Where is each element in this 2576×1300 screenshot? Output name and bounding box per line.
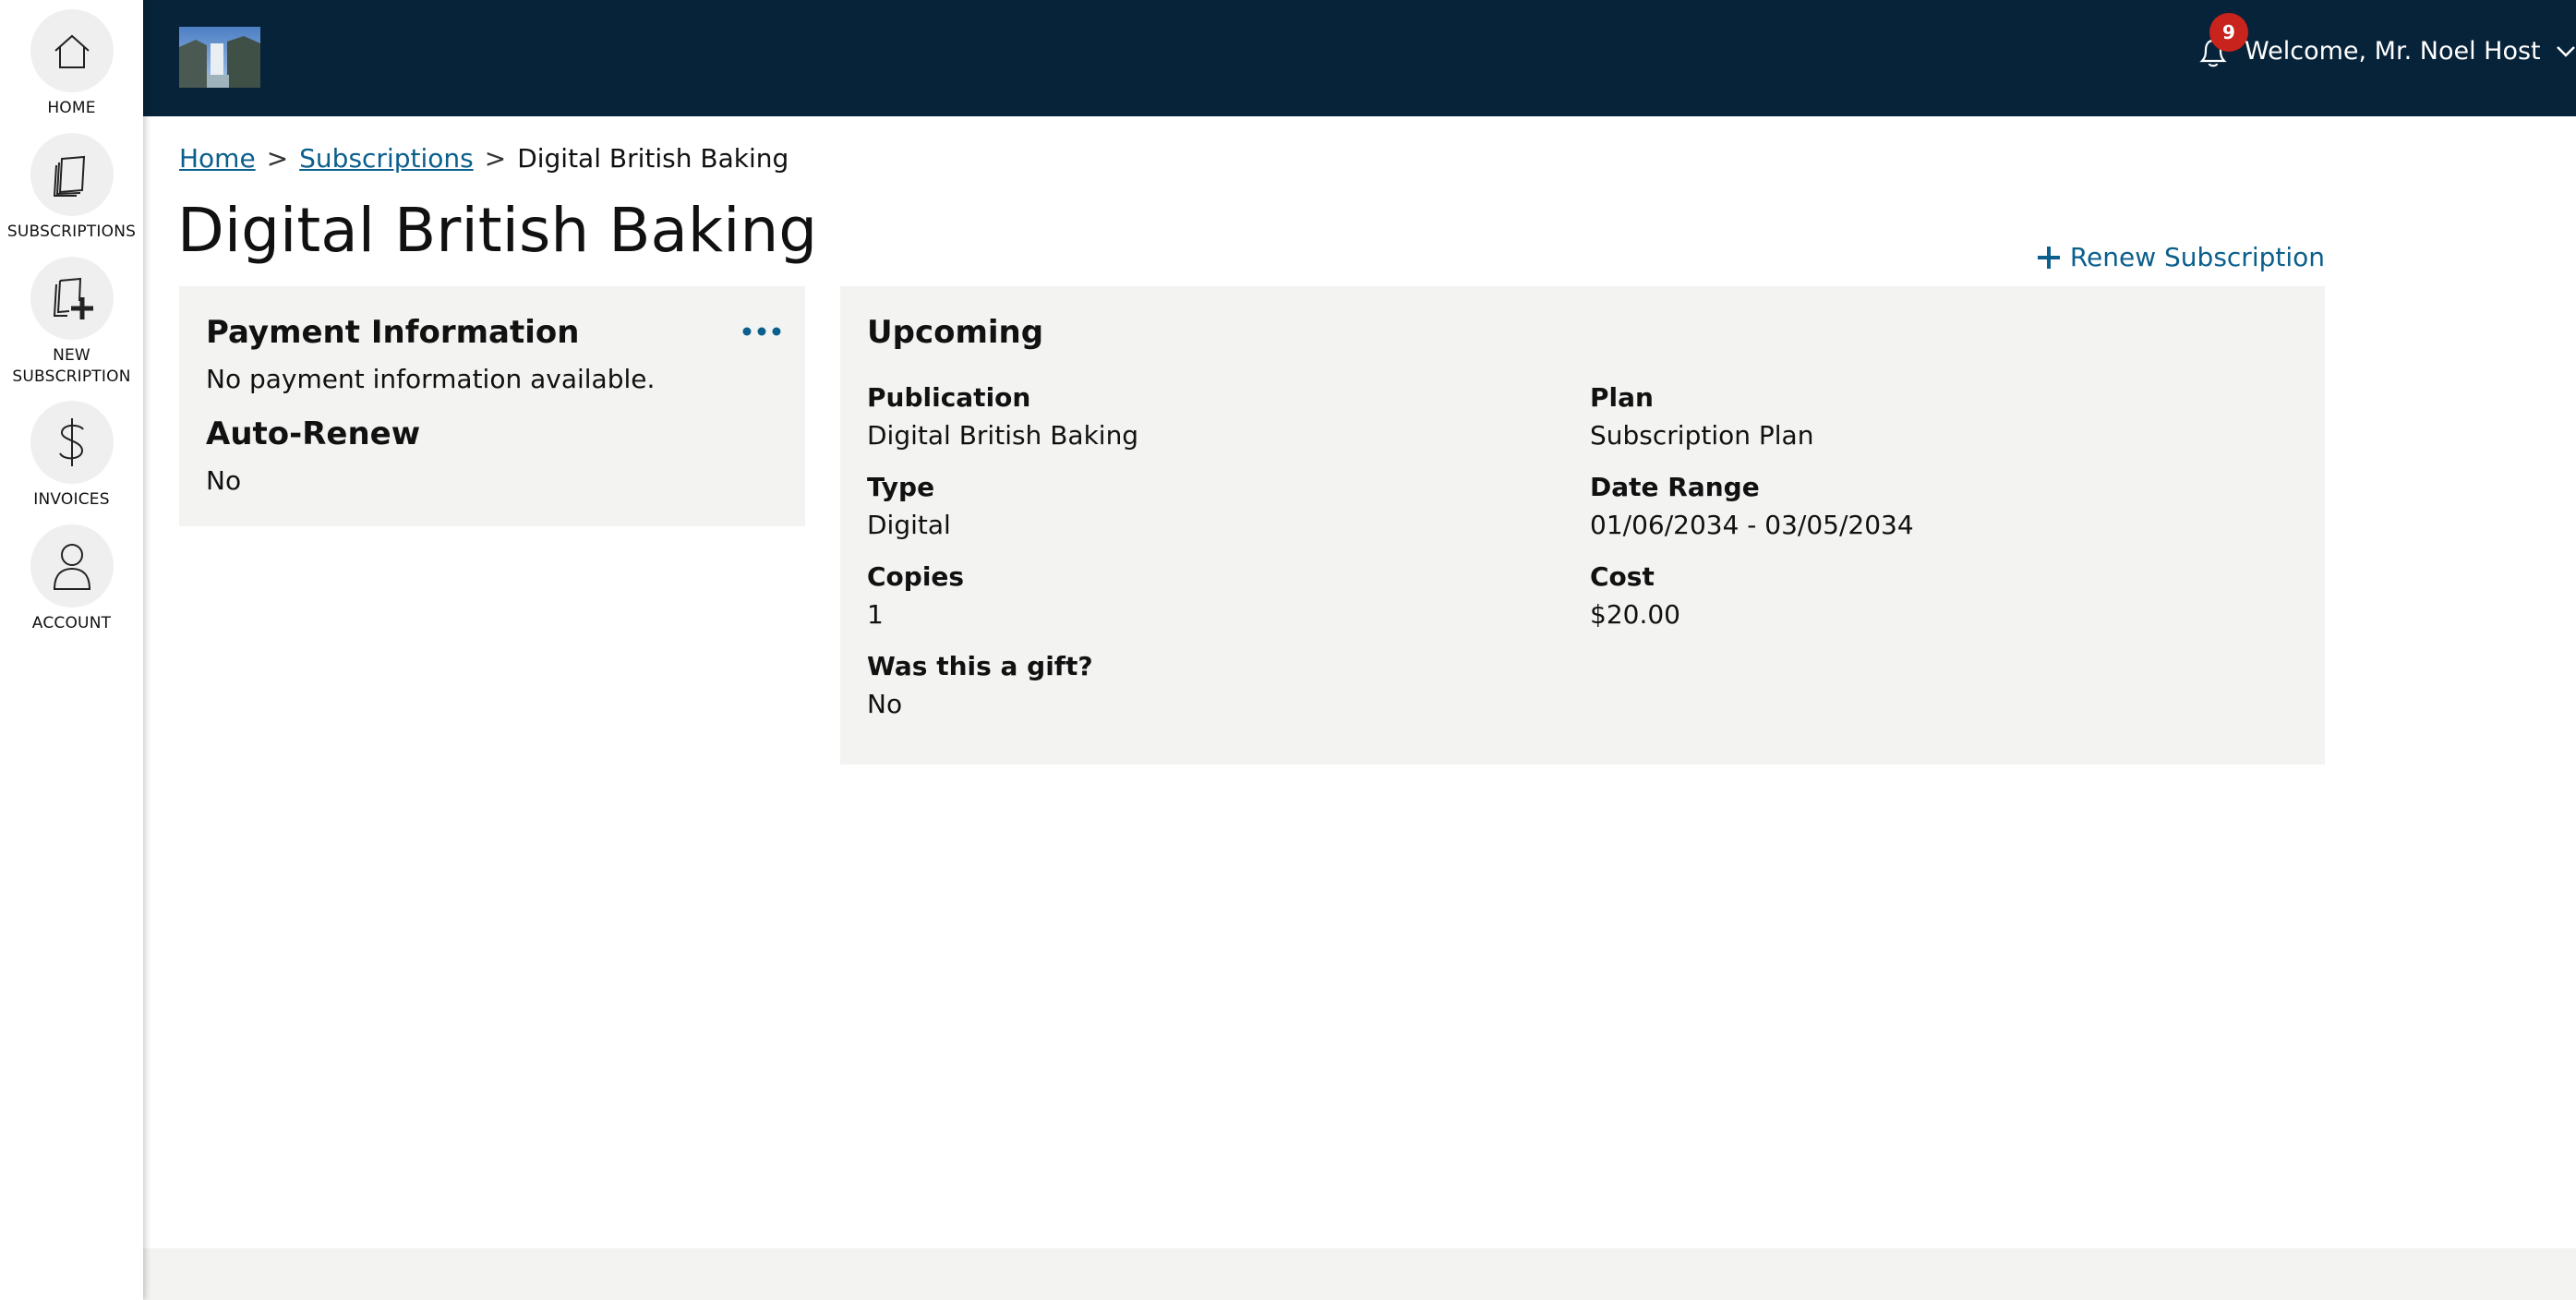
user-icon: [30, 524, 114, 608]
user-menu[interactable]: Welcome, Mr. Noel Host: [2245, 37, 2576, 66]
page-title: Digital British Baking: [177, 195, 818, 266]
auto-renew-heading: Auto-Renew: [206, 415, 421, 452]
renew-subscription-label: Renew Subscription: [2069, 242, 2325, 272]
breadcrumb-separator: >: [266, 143, 289, 174]
cost-value: $20.00: [1590, 599, 1680, 630]
sidebar-item-label: SUBSCRIPTIONS: [6, 223, 137, 241]
copies-value: 1: [867, 599, 884, 630]
sidebar-item-label: ACCOUNT: [31, 614, 112, 632]
sidebar-item-account[interactable]: ACCOUNT: [0, 524, 143, 634]
date-range-label: Date Range: [1590, 472, 1760, 502]
sidebar-item-subscriptions[interactable]: SUBSCRIPTIONS: [0, 133, 143, 243]
plan-value: Subscription Plan: [1590, 420, 1814, 451]
sidebar-item-home[interactable]: HOME: [0, 9, 143, 119]
plan-label: Plan: [1590, 382, 1654, 413]
notification-count-badge[interactable]: 9: [2209, 13, 2248, 52]
plus-icon: [2037, 246, 2061, 270]
welcome-text: Welcome, Mr. Noel Host: [2245, 37, 2541, 66]
copies-label: Copies: [867, 561, 965, 592]
ellipsis-icon: [742, 327, 781, 336]
sidebar-item-label: NEW SUBSCRIPTION: [12, 346, 131, 386]
payment-information-heading: Payment Information: [206, 314, 580, 351]
renew-subscription-button[interactable]: Renew Subscription: [2037, 242, 2325, 272]
footer: [143, 1248, 2576, 1300]
date-range-value: 01/06/2034 - 03/05/2034: [1590, 510, 1914, 540]
sidebar: HOME SUBSCRIPTIONS NEW SUBSCRIPTION INVO…: [0, 0, 143, 1300]
subscriptions-icon: [30, 133, 114, 216]
logo[interactable]: [179, 27, 260, 88]
payment-information-message: No payment information available.: [206, 364, 656, 394]
home-icon: [30, 9, 114, 92]
publication-value: Digital British Baking: [867, 420, 1139, 451]
upcoming-heading: Upcoming: [867, 314, 1044, 351]
top-header: 9 Welcome, Mr. Noel Host: [143, 0, 2576, 116]
sidebar-item-invoices[interactable]: INVOICES: [0, 401, 143, 511]
payment-information-card: Payment Information No payment informati…: [179, 286, 805, 526]
type-value: Digital: [867, 510, 951, 540]
publication-label: Publication: [867, 382, 1031, 413]
cost-label: Cost: [1590, 561, 1655, 592]
breadcrumb-home-link[interactable]: Home: [179, 143, 256, 174]
dollar-icon: [30, 401, 114, 484]
gift-label: Was this a gift?: [867, 651, 1093, 681]
type-label: Type: [867, 472, 935, 502]
chevron-down-icon: [2556, 45, 2576, 58]
new-subscription-icon: [30, 257, 114, 340]
breadcrumb-separator: >: [484, 143, 507, 174]
breadcrumb-subscriptions-link[interactable]: Subscriptions: [299, 143, 474, 174]
breadcrumb: Home > Subscriptions > Digital British Bakin…: [179, 143, 788, 174]
more-options-button[interactable]: [740, 323, 783, 340]
auto-renew-value: No: [206, 465, 242, 496]
sidebar-item-label: HOME: [47, 99, 96, 117]
gift-value: No: [867, 689, 903, 719]
breadcrumb-current: Digital British Baking: [517, 143, 789, 174]
sidebar-item-label: INVOICES: [33, 490, 110, 509]
sidebar-item-new-subscription[interactable]: NEW SUBSCRIPTION: [0, 257, 143, 388]
upcoming-card: Upcoming Publication Digital British Bak…: [840, 286, 2325, 764]
